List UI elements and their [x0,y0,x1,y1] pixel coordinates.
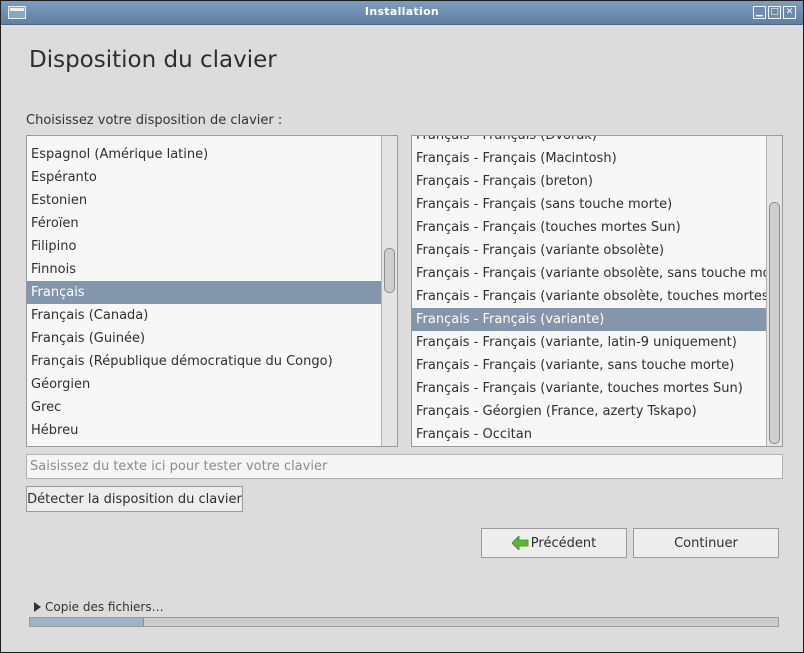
progress-fill [30,618,145,626]
installer-window: Installation ▁ □ ✕ Disposition du clavie… [0,0,804,653]
layout-list-item[interactable]: Estonien [27,189,381,212]
variant-list-item[interactable]: Français - Français (variante obsolète, … [412,262,766,285]
keyboard-layout-list[interactable]: Espagnol (Amérique latine) Espéranto Eston… [26,135,398,447]
layout-list-item[interactable]: Espéranto [27,166,381,189]
variant-list-item[interactable]: Français - Français (touches mortes Sun) [412,216,766,239]
keyboard-test-input[interactable] [26,454,783,479]
keyboard-variant-list[interactable]: Français - Français (Dvorak) Français - F… [411,135,783,447]
variant-list-item[interactable]: Français - Français (variante obsolète, … [412,285,766,308]
layout-prompt: Choisissez votre disposition de clavier … [26,113,283,128]
layout-list-item[interactable]: Français (République démocratique du Con… [27,350,381,373]
variant-rows: Français - Français (Dvorak) Français - F… [412,136,766,446]
close-icon[interactable]: ✕ [783,6,796,19]
back-arrow-icon [511,536,529,550]
layout-list-item[interactable]: Grec [27,396,381,419]
layout-list-item[interactable]: Français [27,281,381,304]
layout-list-item[interactable]: Filipino [27,235,381,258]
title-bar[interactable]: Installation ▁ □ ✕ [1,1,803,25]
variant-list-scrollbar[interactable] [766,136,782,446]
layout-list-item[interactable]: Féroïen [27,212,381,235]
layout-rows: Espagnol (Amérique latine) Espéranto Eston… [27,143,381,442]
variant-list-item[interactable]: Français - Français (Macintosh) [412,147,766,170]
window-title: Installation [364,5,440,18]
maximize-icon[interactable]: □ [768,6,781,19]
variant-scroll-thumb[interactable] [769,202,780,444]
layout-list-item[interactable]: Français (Guinée) [27,327,381,350]
variant-list-item[interactable]: Français - Français (sans touche morte) [412,193,766,216]
variant-list-item[interactable]: Français - Français (variante, sans touc… [412,354,766,377]
layout-list-item[interactable]: Français (Canada) [27,304,381,327]
variant-list-item[interactable]: Français - Français (breton) [412,170,766,193]
previous-button[interactable]: Précédent [481,528,627,558]
layout-list-scrollbar[interactable] [381,136,397,446]
layout-list-item[interactable]: Hébreu [27,419,381,442]
continue-button[interactable]: Continuer [633,528,779,558]
copy-files-expander[interactable]: Copie des fichiers… [34,600,164,614]
previous-button-label: Précédent [530,535,597,551]
variant-list-item[interactable]: Français - Français (variante) [412,308,766,331]
variant-list-item[interactable]: Français - Français (variante, touches m… [412,377,766,400]
variant-list-item[interactable]: Français - Français (Dvorak) [412,136,766,147]
expander-triangle-icon [34,602,41,612]
layout-scroll-thumb[interactable] [384,248,395,293]
variant-list-item[interactable]: Français - Français (variante, latin-9 u… [412,331,766,354]
variant-list-item[interactable]: Français - Géorgien (France, azerty Tska… [412,400,766,423]
variant-list-item[interactable]: Français - Français (variante obsolète) [412,239,766,262]
variant-list-item[interactable]: Français - Occitan [412,423,766,446]
install-progress-bar [29,617,779,627]
expander-label: Copie des fichiers… [45,600,164,614]
page-title: Disposition du clavier [29,47,277,73]
layout-list-item[interactable]: Finnois [27,258,381,281]
minimize-icon[interactable]: ▁ [753,6,766,19]
detect-layout-button[interactable]: Détecter la disposition du clavier [26,486,243,512]
layout-list-item[interactable]: Espagnol (Amérique latine) [27,143,381,166]
layout-list-item[interactable]: Géorgien [27,373,381,396]
